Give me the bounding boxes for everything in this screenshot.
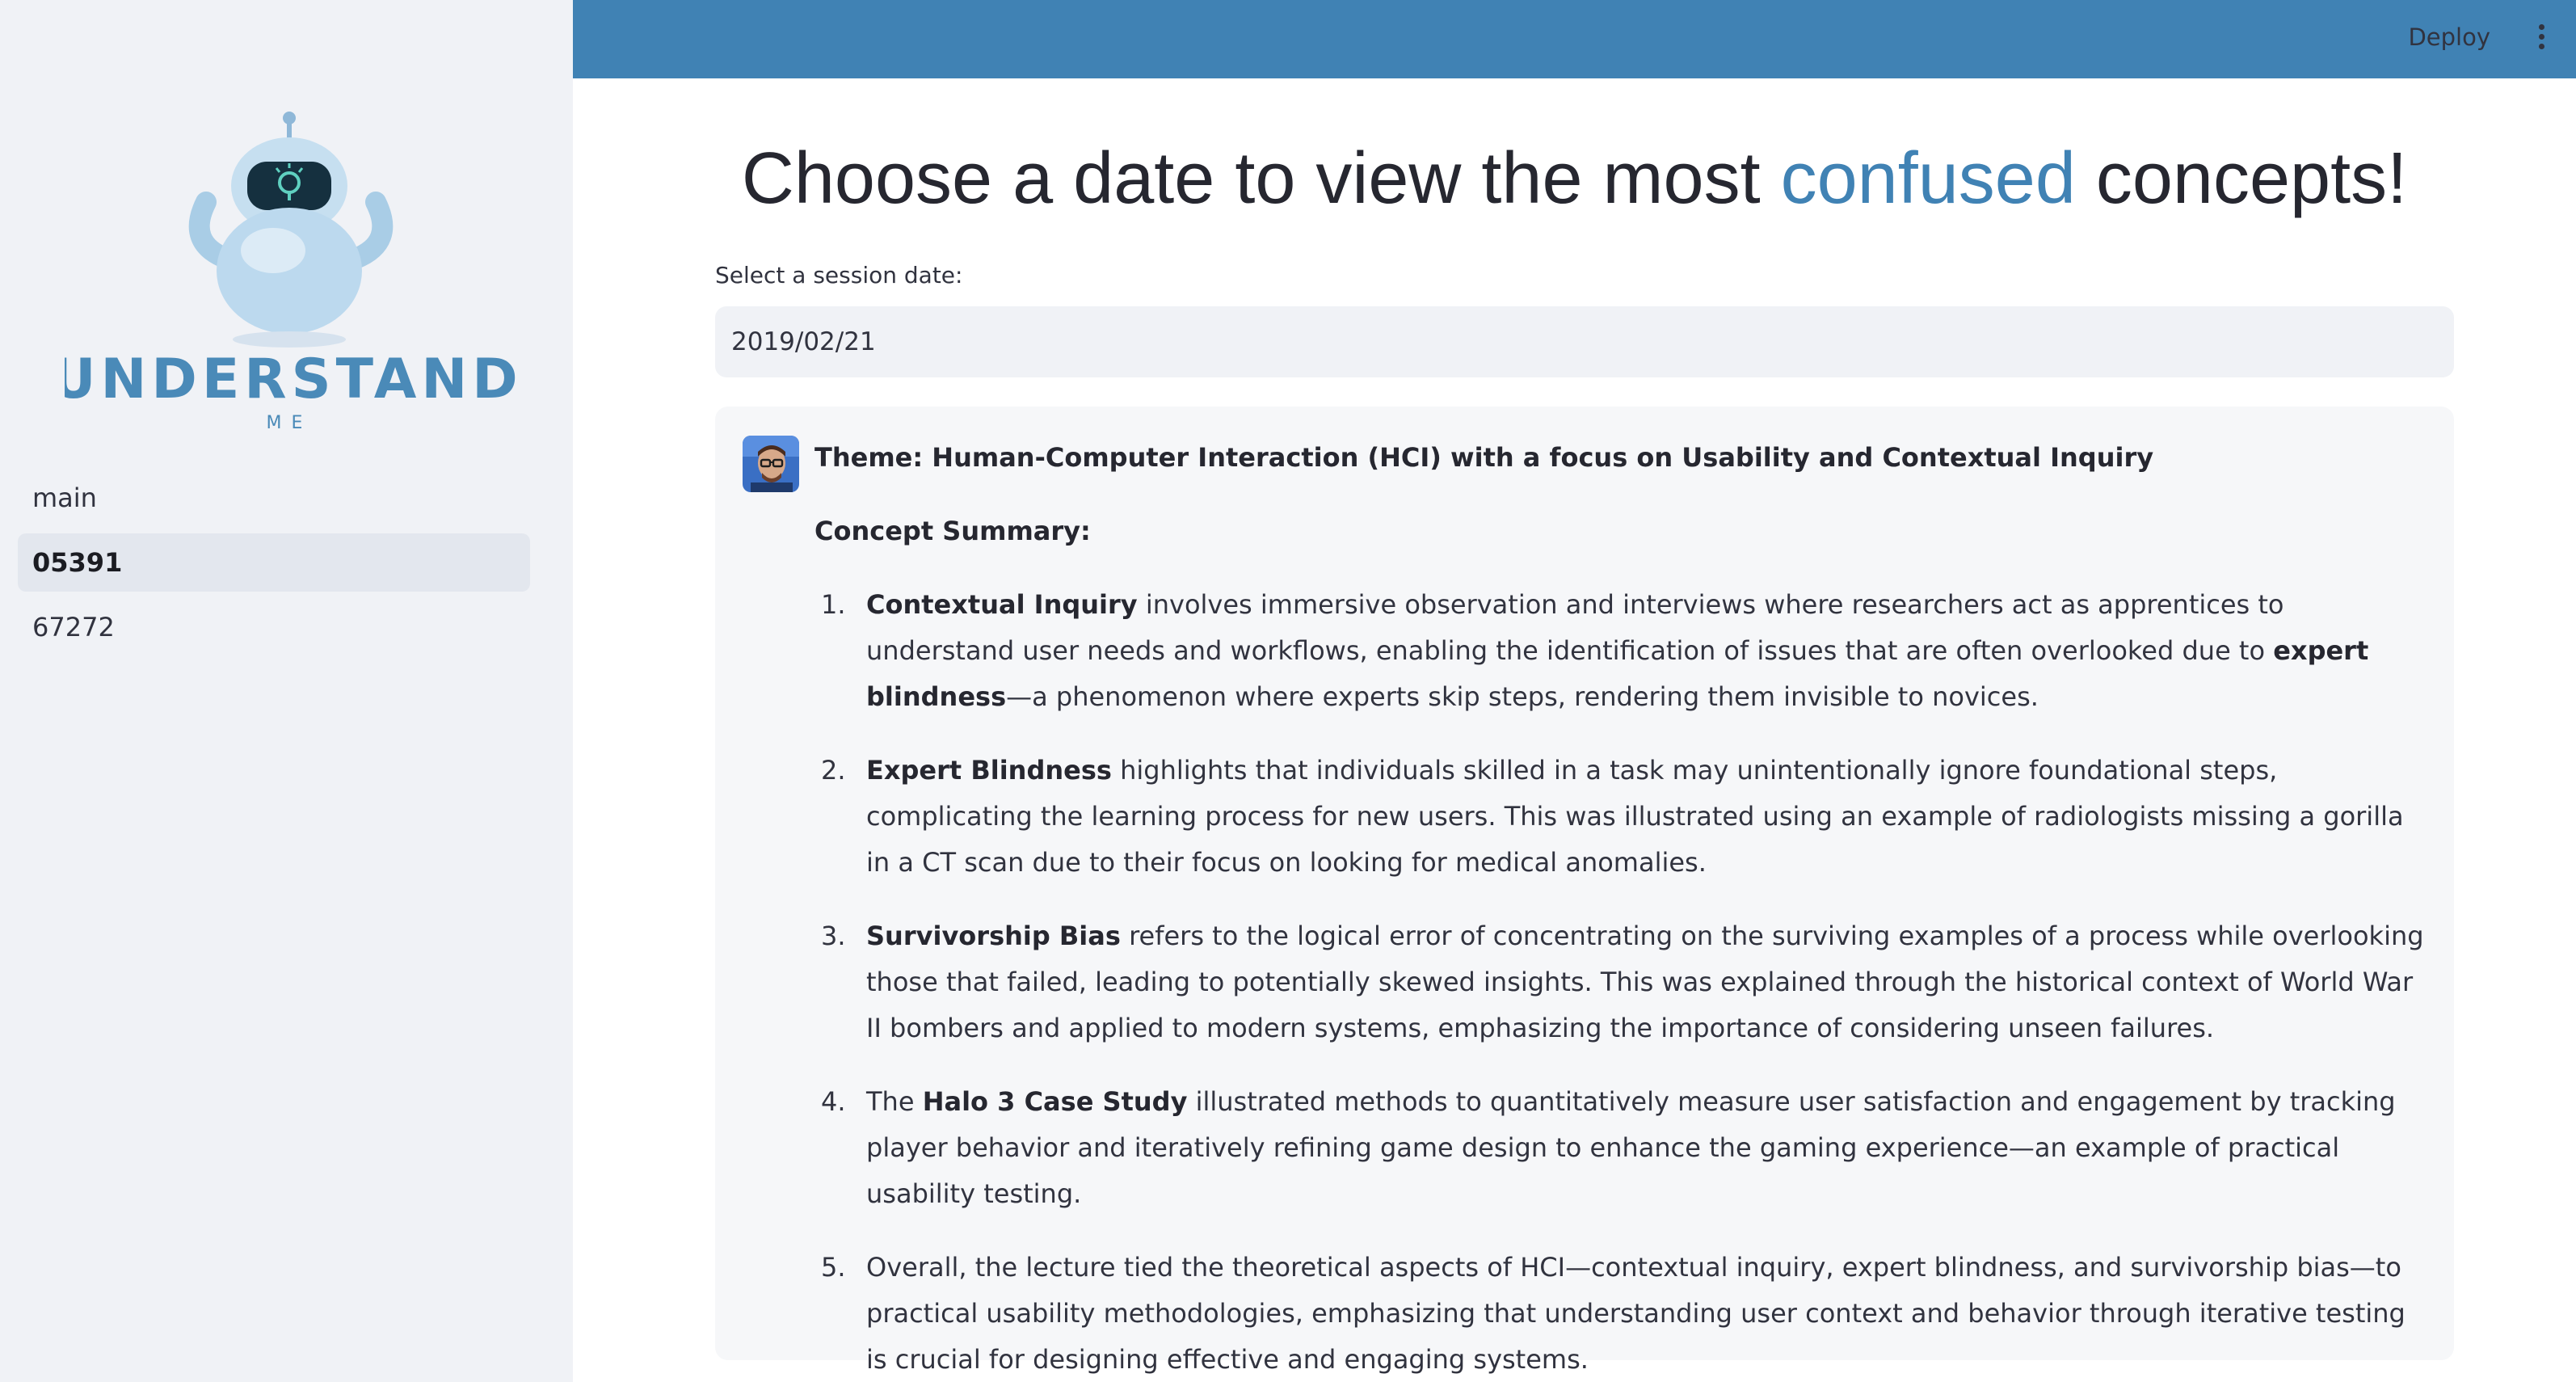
- title-accent: confused: [1780, 138, 2076, 219]
- sidebar-item-label: 05391: [32, 547, 123, 578]
- list-item: 5. Overall, the lecture tied the theoreti…: [814, 1245, 2431, 1382]
- sidebar-item-67272[interactable]: 67272: [18, 598, 530, 656]
- item-prefix: Overall, the lecture tied the theoretica…: [866, 1252, 2406, 1375]
- logo-subtext: ME: [267, 413, 313, 433]
- top-header: Deploy: [573, 0, 2576, 78]
- summary-heading: Concept Summary:: [814, 516, 1091, 546]
- item-bold: Contextual Inquiry: [866, 589, 1138, 620]
- page-title: Choose a date to view the most confused …: [573, 137, 2576, 221]
- list-number: 1.: [821, 589, 846, 620]
- vertical-dots-icon[interactable]: [2536, 24, 2547, 52]
- list-number: 5.: [821, 1252, 846, 1283]
- sidebar-item-label: main: [32, 482, 97, 513]
- deploy-button[interactable]: Deploy: [2408, 19, 2490, 55]
- title-suffix: concepts!: [2075, 138, 2408, 219]
- date-label: Select a session date:: [715, 262, 963, 289]
- list-number: 3.: [821, 921, 846, 951]
- theme-heading: Theme: Human-Computer Interaction (HCI) …: [814, 442, 2154, 473]
- list-number: 4.: [821, 1086, 846, 1117]
- list-item: 4. The Halo 3 Case Study illustrated meth…: [814, 1079, 2431, 1217]
- lecturer-avatar-icon: [743, 436, 799, 492]
- app-logo: UNDERSTAND ME: [65, 112, 517, 433]
- session-date-input[interactable]: 2019/02/21: [715, 306, 2454, 377]
- item-bold: Halo 3 Case Study: [922, 1086, 1188, 1117]
- list-item: 3. Survivorship Bias refers to the logica…: [814, 913, 2431, 1051]
- item-bold: Survivorship Bias: [866, 921, 1121, 951]
- list-item: 1. Contextual Inquiry involves immersive …: [814, 582, 2431, 720]
- sidebar-item-05391[interactable]: 05391: [18, 533, 530, 592]
- sidebar: UNDERSTAND ME main 05391 67272: [0, 0, 573, 1382]
- sidebar-item-label: 67272: [32, 612, 115, 643]
- item-prefix: The: [866, 1086, 923, 1117]
- date-value: 2019/02/21: [731, 327, 876, 356]
- item-bold: Expert Blindness: [866, 755, 1112, 786]
- message-content: Theme: Human-Computer Interaction (HCI) …: [814, 435, 2431, 1382]
- list-item: 2. Expert Blindness highlights that indiv…: [814, 748, 2431, 886]
- logo-text: UNDERSTAND: [65, 348, 517, 411]
- title-prefix: Choose a date to view the most: [741, 138, 1781, 219]
- list-number: 2.: [821, 755, 846, 786]
- sidebar-item-main[interactable]: main: [18, 469, 530, 527]
- item-text-2: —a phenomenon where experts skip steps, …: [1006, 681, 2039, 712]
- concept-list: 1. Contextual Inquiry involves immersive …: [814, 582, 2431, 1382]
